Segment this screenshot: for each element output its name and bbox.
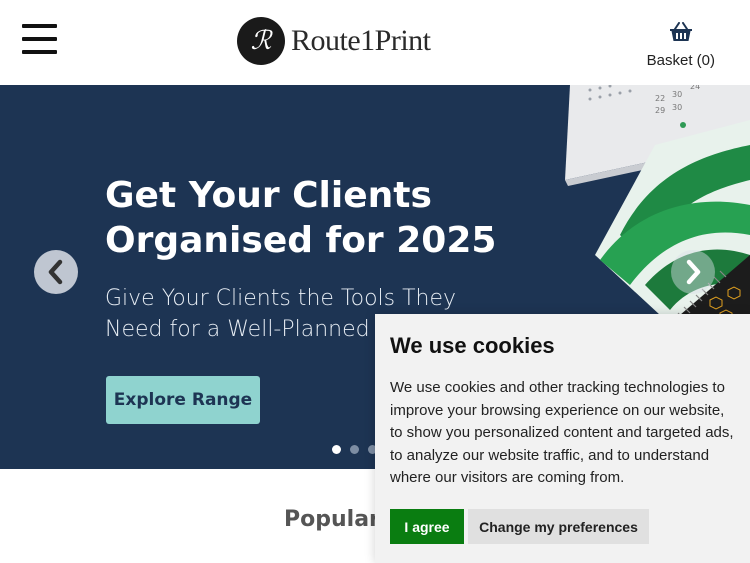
hero-title: Get Your Clients Organised for 2025	[105, 175, 497, 261]
svg-text:30: 30	[672, 90, 682, 99]
logo-mark: ℛ	[237, 17, 285, 65]
carousel-next-button[interactable]	[671, 250, 715, 294]
carousel-dot[interactable]	[350, 445, 359, 454]
cookie-consent-dialog: We use cookies We use cookies and other …	[375, 314, 750, 563]
svg-text:22: 22	[655, 94, 665, 103]
chevron-right-icon	[686, 259, 701, 285]
agree-button[interactable]: I agree	[390, 509, 464, 544]
site-logo[interactable]: ℛ Route1Print	[237, 17, 431, 65]
svg-text:30: 30	[672, 103, 682, 112]
svg-text:29: 29	[655, 106, 665, 115]
carousel-dots	[332, 445, 377, 454]
cookie-body: We use cookies and other tracking techno…	[390, 379, 734, 487]
menu-icon[interactable]	[22, 24, 57, 55]
cookie-title: We use cookies	[390, 333, 555, 358]
logo-text: Route1Print	[291, 24, 431, 57]
basket-icon	[669, 22, 692, 41]
basket-link[interactable]: Basket (0)	[647, 22, 715, 69]
svg-text:24: 24	[690, 85, 700, 91]
explore-range-button[interactable]: Explore Range	[106, 376, 260, 424]
change-preferences-button[interactable]: Change my preferences	[468, 509, 649, 544]
chevron-left-icon	[48, 259, 63, 285]
basket-label: Basket (0)	[646, 52, 715, 69]
carousel-dot[interactable]	[332, 445, 341, 454]
site-header: ℛ Route1Print Basket (0)	[0, 0, 750, 85]
carousel-prev-button[interactable]	[34, 250, 78, 294]
